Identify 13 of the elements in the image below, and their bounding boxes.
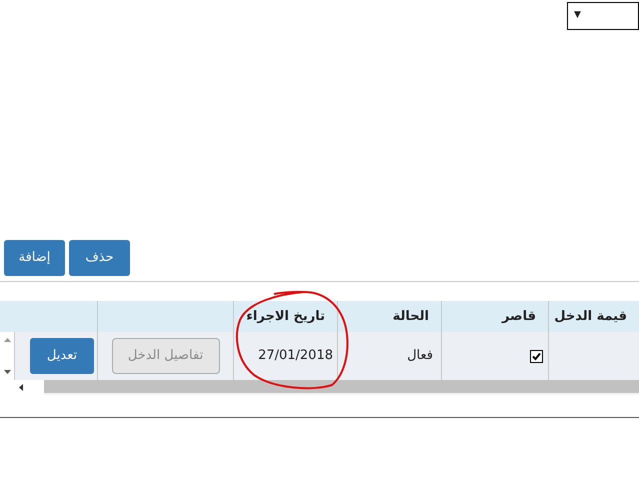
date-cell-text: 27/01/2018 <box>258 347 333 366</box>
scroll-left-icon[interactable] <box>19 384 23 391</box>
vertical-scrollbar[interactable] <box>0 332 14 380</box>
toolbar-button[interactable]: حذف <box>69 240 130 276</box>
edit-button[interactable]: تعديل <box>30 338 94 374</box>
dropdown-select[interactable]: ▼ <box>567 2 639 30</box>
status-cell-text: فعال <box>407 347 433 366</box>
check-icon <box>532 352 541 360</box>
scroll-down-icon[interactable] <box>4 370 10 374</box>
toolbar-button[interactable]: إضافة <box>4 240 65 276</box>
minor-checkbox[interactable] <box>530 350 543 362</box>
horizontal-scrollbar-thumb[interactable] <box>44 380 639 393</box>
scroll-up-icon[interactable] <box>4 338 10 342</box>
